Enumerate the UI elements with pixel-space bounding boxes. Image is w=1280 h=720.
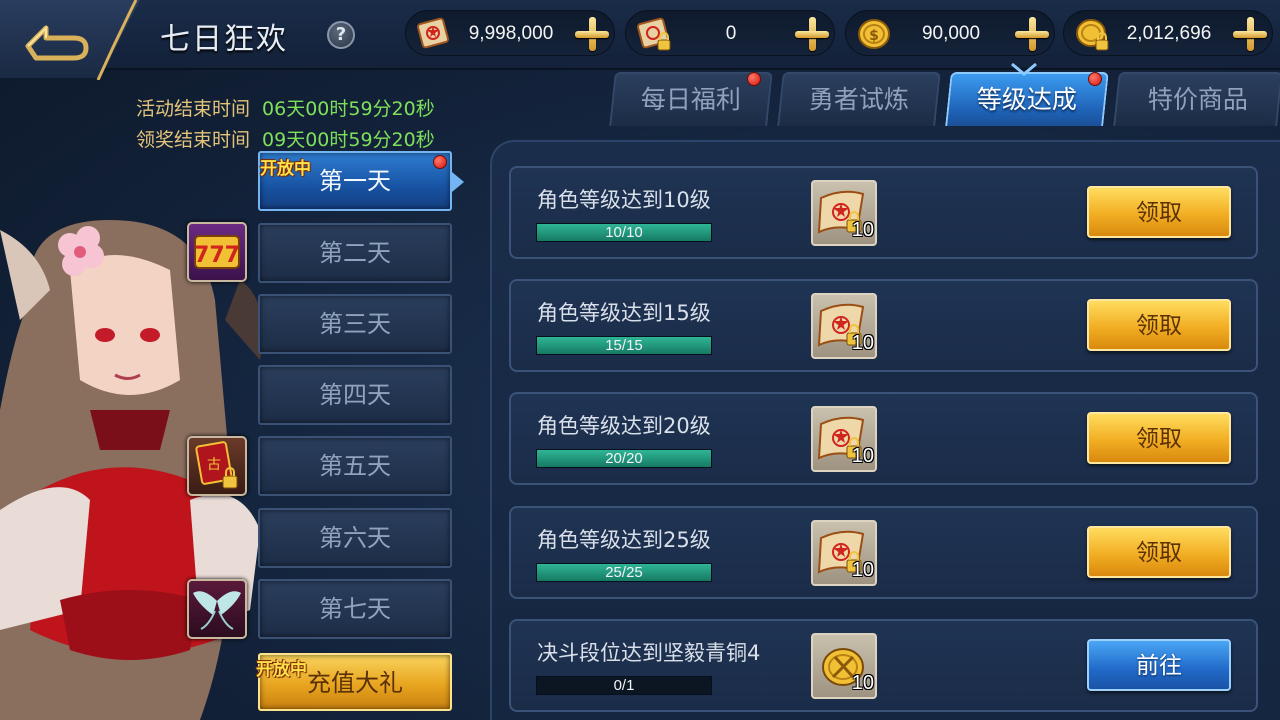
claim-button[interactable]: 领取 <box>1087 299 1231 351</box>
task-row: 角色等级达到15级 15/15 10 领取 <box>509 279 1258 372</box>
task-row: 决斗段位达到坚毅青铜4 0/1 10 前往 <box>509 619 1258 712</box>
back-arrow-icon <box>25 25 89 61</box>
progress-bar: 15/15 <box>536 336 712 355</box>
day-5-reward[interactable]: 古 <box>187 436 247 496</box>
add-locked-coin-button[interactable] <box>1232 16 1268 52</box>
currency-locked-scroll: 0 <box>625 10 835 56</box>
claim-button[interactable]: 领取 <box>1087 186 1231 238</box>
day-7-tab[interactable]: 第七天 <box>258 579 452 639</box>
page-title: 七日狂欢 <box>160 22 288 57</box>
tab-hero-trial[interactable]: 勇者试炼 <box>777 72 941 126</box>
svg-text:777: 777 <box>194 243 240 268</box>
open-status-tag: 开放中 <box>260 159 311 179</box>
recharge-label: 充值大礼 <box>307 669 403 697</box>
notification-dot <box>433 155 447 169</box>
timer-label: 领奖结束时间 <box>136 129 251 151</box>
day-6-tab[interactable]: 第六天 <box>258 508 452 568</box>
currency-value: 2,012,696 <box>1126 23 1212 44</box>
day-2-tab[interactable]: 第二天 <box>258 223 452 283</box>
day-2-reward[interactable]: 777 <box>187 222 247 282</box>
day-5-tab[interactable]: 第五天 <box>258 436 452 496</box>
tab-label: 等级达成 <box>976 85 1077 114</box>
task-row: 角色等级达到20级 20/20 10 领取 <box>509 392 1258 485</box>
progress-text: 20/20 <box>605 450 643 467</box>
svg-text:古: 古 <box>207 457 221 473</box>
claim-end-timer: 领奖结束时间 09天00时59分20秒 <box>136 125 435 152</box>
tab-label: 特价商品 <box>1147 85 1248 114</box>
claim-button[interactable]: 领取 <box>1087 526 1231 578</box>
reward-count: 10 <box>851 559 874 581</box>
timer-value: 06天00时59分20秒 <box>262 98 435 120</box>
progress-text: 15/15 <box>605 337 643 354</box>
currency-gold: $ 90,000 <box>845 10 1055 56</box>
tab-level-achievement[interactable]: 等级达成 <box>945 72 1109 126</box>
wings-icon <box>193 591 241 630</box>
day-4-tab[interactable]: 第四天 <box>258 365 452 425</box>
task-title: 角色等级达到25级 <box>537 528 711 552</box>
reward-item[interactable]: 10 <box>811 633 877 699</box>
tab-special-offers[interactable]: 特价商品 <box>1113 72 1280 126</box>
slot-777-icon: 777 <box>194 235 240 269</box>
currency-locked-coin: 2,012,696 <box>1063 10 1273 56</box>
reward-item[interactable]: 10 <box>811 293 877 359</box>
add-scroll-button[interactable] <box>574 16 610 52</box>
progress-text: 0/1 <box>613 677 635 694</box>
chevron-down-icon <box>1011 62 1037 76</box>
event-end-timer: 活动结束时间 06天00时59分20秒 <box>136 94 435 121</box>
reward-item[interactable]: 10 <box>811 520 877 586</box>
task-title: 角色等级达到10级 <box>537 188 711 212</box>
progress-text: 10/10 <box>605 224 643 241</box>
reward-item[interactable]: 10 <box>811 180 877 246</box>
day-7-reward[interactable] <box>187 579 247 639</box>
timer-value: 09天00时59分20秒 <box>262 129 435 151</box>
reward-item[interactable]: 10 <box>811 406 877 472</box>
help-icon[interactable]: ? <box>327 21 355 49</box>
reward-count: 10 <box>851 445 874 467</box>
timer-label: 活动结束时间 <box>136 98 251 120</box>
gold-coin-icon: $ <box>858 19 890 49</box>
locked-scroll-icon <box>637 17 671 51</box>
active-day-pointer <box>452 172 464 192</box>
go-button[interactable]: 前往 <box>1087 639 1231 691</box>
add-gold-button[interactable] <box>1014 16 1050 52</box>
progress-bar: 20/20 <box>536 449 712 468</box>
currency-value: 90,000 <box>921 23 981 44</box>
notification-dot <box>1088 72 1102 86</box>
reward-count: 10 <box>851 219 874 241</box>
task-title: 决斗段位达到坚毅青铜4 <box>537 641 761 665</box>
progress-bar: 0/1 <box>536 676 712 695</box>
locked-book-icon: 古 <box>195 441 238 489</box>
tab-label: 每日福利 <box>640 85 741 114</box>
add-locked-scroll-button[interactable] <box>794 16 830 52</box>
scroll-icon <box>417 17 449 49</box>
task-title: 角色等级达到20级 <box>537 414 711 438</box>
task-title: 角色等级达到15级 <box>537 301 711 325</box>
progress-bar: 25/25 <box>536 563 712 582</box>
notification-dot <box>747 72 761 86</box>
currency-scroll: 9,998,000 <box>405 10 615 56</box>
open-status-tag: 开放中 <box>256 660 307 680</box>
task-row: 角色等级达到25级 25/25 10 领取 <box>509 506 1258 599</box>
locked-coin-icon <box>1076 19 1109 51</box>
currency-value: 0 <box>725 23 737 44</box>
day-3-tab[interactable]: 第三天 <box>258 294 452 354</box>
svg-text:$: $ <box>869 28 879 44</box>
tab-label: 勇者试炼 <box>808 85 909 114</box>
reward-count: 10 <box>851 332 874 354</box>
progress-bar: 10/10 <box>536 223 712 242</box>
claim-button[interactable]: 领取 <box>1087 412 1231 464</box>
currency-value: 9,998,000 <box>468 23 554 44</box>
reward-count: 10 <box>851 672 874 694</box>
task-row: 角色等级达到10级 10/10 10 领取 <box>509 166 1258 259</box>
progress-text: 25/25 <box>605 564 643 581</box>
header-divider <box>96 0 138 80</box>
